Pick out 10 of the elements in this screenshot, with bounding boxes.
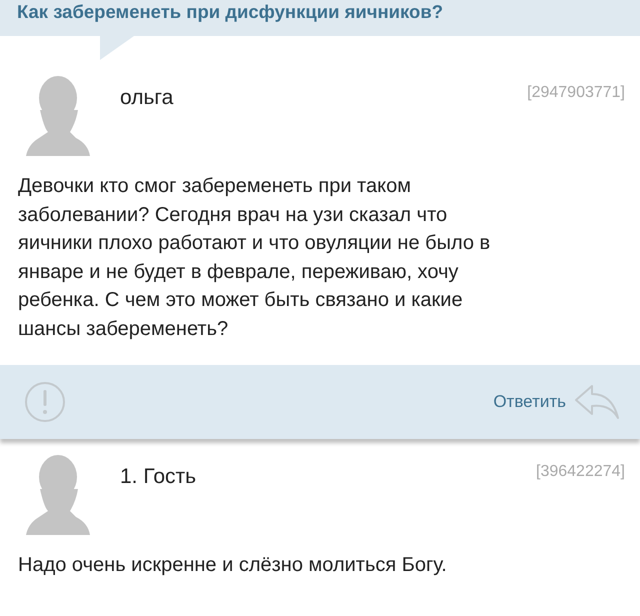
post-id: [396422274] (536, 463, 625, 481)
post-text: Девочки кто смог забеременеть при таком заболевании? Сегодня врач на узи сказал что яичники плохо работают и что овуляции не было в январе и не будет в феврале, переживаю, хочу ребенка. С чем это может быть связано и какие шансы забеременеть? (18, 174, 492, 342)
topic-title: Как забеременеть при дисфункции яичников? (17, 1, 444, 23)
reply-button[interactable]: Ответить (489, 380, 624, 424)
reply-arrow-icon (574, 384, 620, 420)
post-text: Надо очень искренне и слёзно молиться Богу. (18, 553, 448, 578)
post-id: [2947903771] (527, 84, 625, 102)
author-name[interactable]: 1. Гость (120, 465, 536, 489)
author-name[interactable]: ольга (120, 86, 528, 110)
report-icon[interactable] (24, 381, 66, 423)
